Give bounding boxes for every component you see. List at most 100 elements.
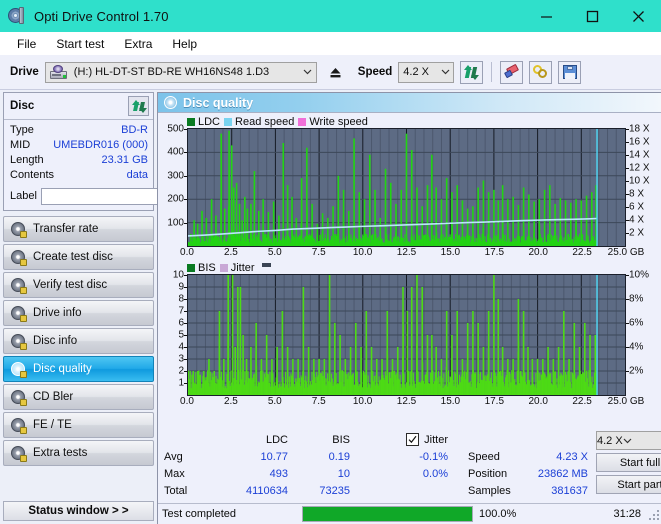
legend-item-write-speed: Write speed: [298, 116, 368, 128]
erase-button[interactable]: [500, 60, 524, 84]
readout-samples: Samples 381637: [468, 482, 588, 499]
y2-tick-mark: [626, 168, 629, 169]
stats-total-ldc: 4110634: [245, 484, 288, 497]
chevron-down-icon: [437, 63, 453, 82]
sidebar-item-create-test-disc[interactable]: Create test disc: [3, 244, 154, 270]
sidebar-item-disc-quality[interactable]: Disc quality: [3, 356, 154, 382]
legend-swatch-read-speed: [224, 117, 233, 126]
y2-tick-mark: [626, 207, 629, 208]
readout-position-value: 23862 MB: [537, 467, 588, 480]
status-window-button[interactable]: Status window > >: [3, 501, 154, 521]
close-icon[interactable]: [615, 0, 661, 32]
x-tick-label: 5.0: [267, 396, 282, 407]
disc-icon: [11, 361, 27, 378]
x-tick-label: 5.0: [267, 247, 282, 258]
legend-label-read-speed: Read speed: [235, 115, 295, 128]
disc-row-contents: Contents data: [10, 168, 148, 183]
menu-file[interactable]: File: [8, 34, 45, 54]
sidebar-item-transfer-rate[interactable]: Transfer rate: [3, 216, 154, 242]
test-speed-select-value: 4.2 X: [597, 434, 623, 447]
sidebar-item-verify-test-disc[interactable]: Verify test disc: [3, 272, 154, 298]
legend-label-write-speed: Write speed: [309, 115, 368, 128]
test-speed-select[interactable]: 4.2 X: [596, 431, 661, 450]
y2-tick-label: 10%: [629, 269, 650, 281]
disc-quality-icon: [164, 96, 177, 109]
menu-extra[interactable]: Extra: [115, 34, 161, 54]
sidebar-item-cd-bler[interactable]: CD Bler: [3, 384, 154, 410]
disc-refresh-button[interactable]: [128, 96, 149, 116]
refresh-button[interactable]: [460, 60, 484, 84]
refresh-icon: [464, 64, 480, 80]
readout-position-key: Position: [468, 467, 508, 480]
disc-info-panel: Disc Type BD-R MID UMEBDR016 (000) Lengt…: [3, 92, 244, 211]
disc-row-mid-key: MID: [10, 139, 31, 151]
y2-tick-label: 4 X: [629, 214, 645, 226]
y-tick-label: 100: [167, 217, 184, 229]
y2-tick-mark: [626, 371, 629, 372]
sidebar-item-fe-te[interactable]: FE / TE: [3, 412, 154, 438]
legend-swatch-ldc: [187, 117, 195, 126]
y2-tick-mark: [626, 194, 629, 195]
eject-button[interactable]: [322, 59, 348, 85]
refresh-icon: [132, 99, 147, 113]
stats-grid: LDC BIS Jitter Avg 10.77 0.19 -0.1% Max …: [164, 431, 462, 499]
y2-tick-label: 8 X: [629, 188, 645, 200]
x-tick-label: 22.5: [572, 247, 592, 258]
start-part-button[interactable]: Start part: [596, 475, 661, 494]
y2-tick-mark: [626, 323, 629, 324]
sidebar-item-label: Disc info: [33, 335, 78, 347]
sidebar-item-extra-tests[interactable]: Extra tests: [3, 440, 154, 466]
y2-tick-label: 18 X: [629, 123, 650, 135]
x-tick-label: 12.5: [396, 247, 417, 258]
disc-row-type-key: Type: [10, 124, 34, 136]
bottom-chart-y-axis: 1 2 3 4 5 6 7 8 9 10: [161, 270, 187, 396]
menu-start-test[interactable]: Start test: [47, 34, 113, 54]
legend-item-jitter: Jitter: [219, 262, 255, 274]
link-button[interactable]: [529, 60, 553, 84]
y-tick-label: 500: [167, 123, 184, 135]
app-disc-icon: [8, 7, 26, 25]
top-chart-y-axis: 100 200 300 400 500: [161, 124, 187, 247]
drive-select[interactable]: (H:) HL-DT-ST BD-RE WH16NS48 1.D3: [44, 61, 317, 83]
y2-tick-mark: [626, 275, 629, 276]
legend-swatch-jitter: [219, 263, 228, 272]
save-button[interactable]: [558, 60, 582, 84]
bottom-chart-plot: [187, 274, 626, 396]
sidebar-item-disc-info[interactable]: Disc info: [3, 328, 154, 354]
disc-row-length-key: Length: [10, 154, 44, 166]
stats-avg-bis: 0.19: [328, 450, 350, 463]
minimize-icon[interactable]: [523, 0, 569, 32]
readout-speed: Speed 4.23 X: [468, 448, 588, 465]
y2-tick-mark: [626, 220, 629, 221]
stats-header-bis: BIS: [332, 433, 350, 446]
stats-avg-jitter: -0.1%: [419, 450, 448, 463]
x-tick-label: 2.5: [223, 247, 238, 258]
stats-total-bis: 73235: [319, 484, 350, 497]
stats-max-bis: 10: [337, 467, 350, 480]
sidebar-item-label: Transfer rate: [33, 223, 99, 235]
toolbar-divider: [491, 62, 493, 82]
drive-label: Drive: [10, 66, 39, 78]
y2-tick-label: 6 X: [629, 201, 645, 213]
drive-select-value: (H:) HL-DT-ST BD-RE WH16NS48 1.D3: [73, 66, 270, 78]
speed-select[interactable]: 4.2 X: [398, 61, 455, 83]
readout-samples-value: 381637: [551, 484, 588, 497]
jitter-checkbox[interactable]: [406, 433, 420, 446]
stats-avg-ldc: 10.77: [260, 450, 288, 463]
maximize-icon[interactable]: [569, 0, 615, 32]
x-tick-label: 25.0 GB: [607, 396, 645, 407]
x-tick-label: 15.0: [440, 247, 461, 258]
menu-help[interactable]: Help: [163, 34, 206, 54]
progress-percent: 100.0%: [479, 508, 517, 520]
disc-label-key: Label: [10, 190, 37, 202]
resize-grip-icon[interactable]: [647, 508, 659, 520]
start-full-button[interactable]: Start full: [596, 453, 661, 472]
disc-panel-title: Disc: [10, 100, 35, 112]
readout-speed-value: 4.23 X: [556, 450, 588, 463]
x-tick-label: 17.5: [484, 247, 505, 258]
sidebar-item-drive-info[interactable]: Drive info: [3, 300, 154, 326]
test-readouts: Speed 4.23 X Position 23862 MB Samples 3…: [468, 431, 588, 499]
disc-row-mid: MID UMEBDR016 (000): [10, 138, 148, 153]
x-tick-label: 20.0: [528, 247, 548, 258]
disc-panel-header: Disc: [4, 93, 153, 120]
